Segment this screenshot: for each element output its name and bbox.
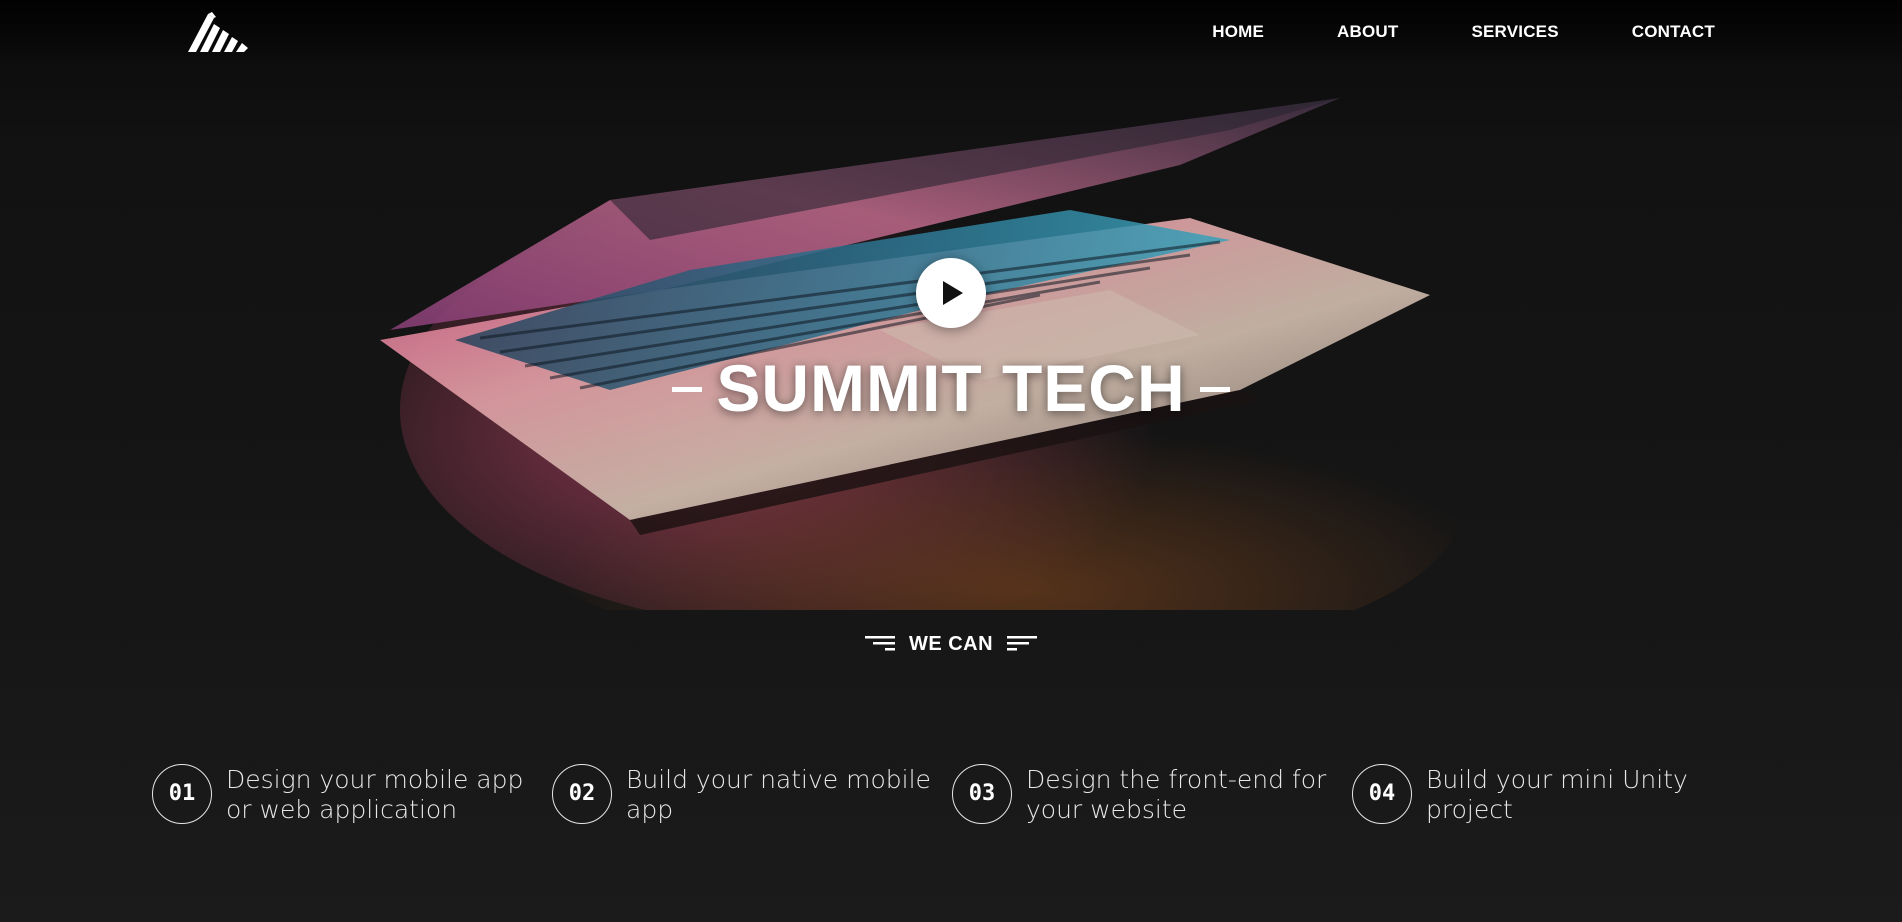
title-dash-right [1199,387,1230,393]
title-dash-left [672,387,703,393]
feature-number: 03 [952,764,1012,824]
site-header: HOME ABOUT SERVICES CONTACT [0,0,1902,66]
feature-item: 02 Build your native mobile app [552,764,942,826]
section-heading-text: WE CAN [908,633,994,655]
nav-about[interactable]: ABOUT [1337,21,1398,43]
feature-number: 04 [1352,764,1412,824]
play-icon [943,281,963,305]
features-list: 01 Design your mobile app or web applica… [152,764,1752,826]
play-video-button[interactable] [916,258,986,328]
hero-title-text: SUMMIT TECH [716,351,1186,425]
main-nav: HOME ABOUT SERVICES CONTACT [1212,21,1715,43]
feature-text: Design the front-end for your website [1026,765,1327,824]
feature-number: 01 [152,764,212,824]
feature-text: Build your native mobile app [626,765,931,824]
feature-text: Build your mini Unity project [1426,765,1688,824]
nav-services[interactable]: SERVICES [1471,21,1558,43]
feature-item: 03 Design the front-end for your website [952,764,1342,826]
lines-left-icon [864,635,895,651]
lines-right-icon [1007,635,1038,651]
hero-title: SUMMIT TECH [0,348,1902,428]
nav-contact[interactable]: CONTACT [1632,21,1715,43]
feature-number: 02 [552,764,612,824]
mountain-stripes-icon[interactable] [188,8,260,54]
page: HOME ABOUT SERVICES CONTACT SUMMIT TECH … [0,0,1902,922]
feature-item: 01 Design your mobile app or web applica… [152,764,542,826]
feature-item: 04 Build your mini Unity project [1352,764,1742,826]
feature-text: Design your mobile app or web applicatio… [226,765,524,824]
section-heading: WE CAN [0,631,1902,657]
nav-home[interactable]: HOME [1212,21,1264,43]
